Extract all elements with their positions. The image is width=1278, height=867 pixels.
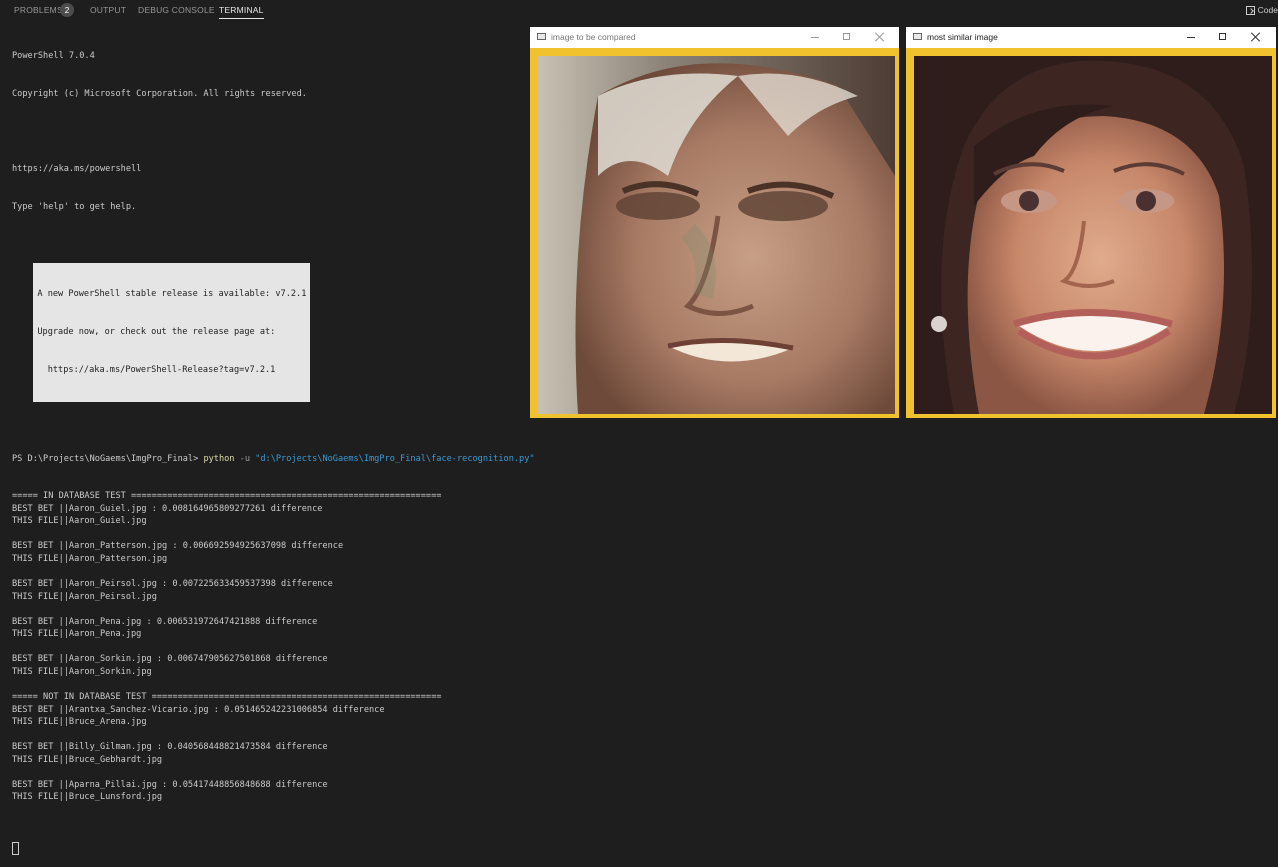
output-line: THIS FILE||Bruce_Lunsford.jpg (12, 792, 163, 803)
window-app-icon (913, 33, 922, 40)
face-image-woman (914, 56, 1272, 414)
window-title: image to be compared (551, 32, 636, 42)
output-line: THIS FILE||Aaron_Pena.jpg (12, 629, 142, 640)
output-line: BEST BET ||Aaron_Patterson.jpg : 0.00669… (12, 541, 344, 552)
close-icon (1250, 31, 1262, 43)
maximize-button[interactable] (836, 30, 858, 44)
tab-problems[interactable]: PROBLEMS (14, 4, 63, 18)
prompt: PS D:\Projects\NoGaems\ImgPro_Final> (12, 453, 204, 464)
close-button[interactable] (869, 30, 891, 44)
notice-line: A new PowerShell stable release is avail… (37, 289, 307, 300)
close-icon (874, 31, 886, 43)
window-title: most similar image (927, 32, 998, 42)
command-line: PS D:\Projects\NoGaems\ImgPro_Final> pyt… (12, 453, 535, 466)
script-output: ===== IN DATABASE TEST =================… (12, 490, 532, 816)
output-line: BEST BET ||Arantxa_Sanchez-Vicario.jpg :… (12, 704, 385, 715)
maximize-icon (1219, 33, 1226, 40)
terminal-cursor (12, 841, 19, 855)
similar-image-window[interactable]: most similar image (906, 27, 1276, 418)
output-line: BEST BET ||Aaron_Sorkin.jpg : 0.00674790… (12, 654, 328, 665)
command-argument: "d:\Projects\NoGaems\ImgPro_Final\face-r… (255, 453, 535, 464)
code-button-label: Code (1257, 5, 1278, 15)
minimize-icon (1187, 37, 1195, 38)
output-line: THIS FILE||Aaron_Patterson.jpg (12, 553, 168, 564)
output-line: BEST BET ||Aaron_Peirsol.jpg : 0.0072256… (12, 579, 333, 590)
output-line: THIS FILE||Aaron_Sorkin.jpg (12, 666, 152, 677)
minimize-button[interactable] (804, 30, 826, 44)
face-photo-icon (538, 56, 895, 414)
split-terminal-icon (1245, 5, 1255, 15)
output-line: BEST BET ||Aparna_Pillai.jpg : 0.0541744… (12, 779, 328, 790)
compare-image-window[interactable]: image to be compared (530, 27, 899, 418)
maximize-icon (843, 33, 850, 40)
close-button[interactable] (1245, 30, 1267, 44)
panel-tab-bar: PROBLEMS 2 OUTPUT DEBUG CONSOLE TERMINAL… (0, 0, 1278, 20)
terminal-line: Type 'help' to get help. (12, 201, 137, 212)
code-button[interactable]: Code (1245, 3, 1278, 17)
command-flag: -u (234, 453, 256, 464)
terminal-line: Copyright (c) Microsoft Corporation. All… (12, 88, 307, 99)
image-border (906, 48, 1276, 418)
output-line: ===== NOT IN DATABASE TEST =============… (12, 691, 442, 702)
output-line: THIS FILE||Bruce_Arena.jpg (12, 717, 147, 728)
notice-line: Upgrade now, or check out the release pa… (37, 327, 276, 338)
output-line: ===== IN DATABASE TEST =================… (12, 491, 442, 502)
notice-line: https://aka.ms/PowerShell-Release?tag=v7… (37, 364, 276, 375)
window-titlebar[interactable]: image to be compared (530, 27, 899, 48)
tab-terminal[interactable]: TERMINAL (219, 4, 264, 19)
output-line: THIS FILE||Aaron_Guiel.jpg (12, 516, 147, 527)
update-notice: A new PowerShell stable release is avail… (33, 263, 311, 403)
output-line: THIS FILE||Bruce_Gebhardt.jpg (12, 754, 163, 765)
output-line: BEST BET ||Billy_Gilman.jpg : 0.04056844… (12, 742, 328, 753)
terminal-line: PowerShell 7.0.4 (12, 51, 95, 62)
window-titlebar[interactable]: most similar image (906, 27, 1276, 48)
window-app-icon (537, 33, 546, 40)
terminal-output[interactable]: PowerShell 7.0.4 Copyright (c) Microsoft… (12, 25, 535, 867)
terminal-line: https://aka.ms/powershell (12, 164, 142, 175)
minimize-icon (811, 37, 819, 38)
command-keyword: python (203, 453, 235, 464)
maximize-button[interactable] (1212, 30, 1234, 44)
output-line: BEST BET ||Aaron_Pena.jpg : 0.0065319726… (12, 616, 318, 627)
tab-output[interactable]: OUTPUT (90, 4, 126, 18)
output-line: THIS FILE||Aaron_Peirsol.jpg (12, 591, 157, 602)
face-photo-icon (914, 56, 1272, 414)
output-line: BEST BET ||Aaron_Guiel.jpg : 0.008164965… (12, 503, 323, 514)
input-line[interactable] (12, 841, 532, 855)
image-border (530, 48, 899, 418)
face-image-man (538, 56, 895, 414)
problems-count-badge: 2 (60, 3, 74, 17)
tab-debug-console[interactable]: DEBUG CONSOLE (138, 4, 215, 18)
minimize-button[interactable] (1180, 30, 1202, 44)
